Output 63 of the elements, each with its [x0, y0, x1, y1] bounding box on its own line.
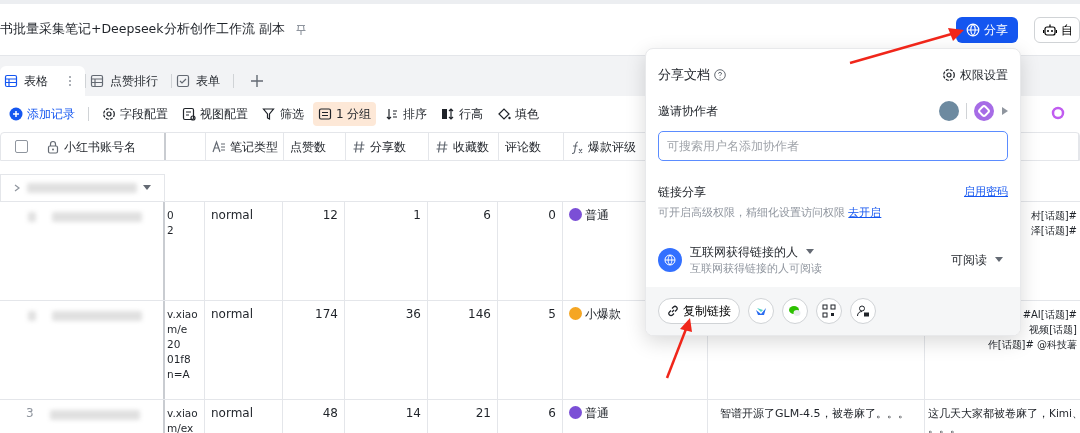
table-cell: 146	[468, 307, 491, 321]
column-header[interactable]: 点赞数	[290, 137, 326, 156]
table-cell: normal	[211, 406, 254, 420]
enable-link[interactable]: 去开启	[848, 206, 882, 218]
copy-link-button[interactable]: 复制链接	[658, 297, 740, 324]
toolbar-button[interactable]: 填色	[492, 102, 545, 126]
table-cell-text: 智谱开源了GLM-4.5，被卷麻了。。。	[720, 406, 910, 421]
table-cell: 174	[315, 307, 338, 321]
advanced-permission-text: 可开启高级权限，精细化设置访问权限	[658, 206, 846, 218]
table-cell: 14	[405, 406, 421, 420]
table-cell: 小爆款	[585, 307, 621, 321]
toolbar-button[interactable]: 筛选	[257, 102, 309, 126]
view-tab[interactable]: 点赞排行	[86, 66, 171, 96]
table-cell: 6	[548, 406, 556, 420]
table-cell: 普通	[585, 208, 609, 222]
table-cell-text: v.xiao m/e 20 01f8 n=A	[167, 307, 199, 382]
table-cell-text: #AI[话题]#	[1021, 308, 1077, 322]
table-cell-text: 村[话题]#	[1029, 209, 1077, 223]
table-cell: 1	[413, 208, 421, 222]
table-cell-text: 视频[话题]	[1028, 323, 1077, 337]
table-cell: 0	[548, 208, 556, 222]
share-button[interactable]: 分享	[956, 16, 1018, 43]
row-number: 3	[25, 406, 34, 422]
toolbar-button[interactable]: 1 分组	[313, 102, 377, 126]
table-cell: 普通	[585, 406, 609, 420]
password-link[interactable]: 启用密码	[964, 184, 1008, 200]
toolbar-button[interactable]: 字段配置	[97, 102, 173, 126]
search-field[interactable]: 可搜索用户名添加协作者	[658, 131, 1008, 161]
table-cell-text: 泽[话题]#	[1029, 224, 1077, 238]
toolbar-button[interactable]: 行高	[436, 102, 489, 126]
column-header[interactable]: 笔记类型	[230, 137, 278, 156]
table-cell: 21	[475, 406, 491, 420]
column-header[interactable]: 评论数	[505, 137, 541, 156]
toolbar-button[interactable]: 添加记录	[4, 102, 80, 126]
document-title: 书批量采集笔记+Deepseek分析创作工作流 副本	[0, 20, 285, 39]
automation-button[interactable]: 自	[1034, 16, 1080, 43]
popup-title: 分享文档	[658, 66, 710, 85]
table-cell: normal	[211, 208, 254, 222]
column-header[interactable]: 分享数	[370, 137, 406, 156]
table-cell: 36	[405, 307, 421, 321]
table-cell-text: 0 2	[167, 208, 175, 238]
table-cell: normal	[211, 307, 254, 321]
toolbar-button[interactable]: 视图配置	[177, 102, 253, 126]
permission-dropdown[interactable]: 可阅读	[946, 247, 1008, 272]
invite-label: 邀请协作者	[658, 103, 718, 120]
audience-description: 互联网获得链接的人可阅读	[690, 260, 822, 276]
view-tab[interactable]: 表格	[0, 66, 85, 96]
table-cell: 5	[548, 307, 556, 321]
table-cell-text: v.xiao m/ex	[167, 406, 199, 433]
link-share-label: 链接分享	[658, 184, 706, 201]
table-cell-text: 作[话题]# @科技薯	[986, 338, 1077, 352]
view-tab[interactable]: 表单	[172, 66, 233, 96]
table-cell: 6	[483, 208, 491, 222]
permission-settings-button[interactable]: 权限设置	[937, 63, 1008, 87]
column-header[interactable]: 小红书账号名	[64, 137, 136, 156]
table-cell: 12	[322, 208, 338, 222]
toolbar-button[interactable]: 排序	[380, 102, 433, 126]
column-header[interactable]: 爆款评级	[588, 137, 636, 156]
table-cell: 这几天大家都被卷麻了，Kimi、	[928, 406, 1077, 421]
audience-dropdown[interactable]: 互联网获得链接的人	[690, 242, 814, 261]
table-cell: 48	[322, 406, 338, 420]
column-header[interactable]: 收藏数	[453, 137, 489, 156]
table-cell-text: 。。。	[928, 421, 962, 433]
